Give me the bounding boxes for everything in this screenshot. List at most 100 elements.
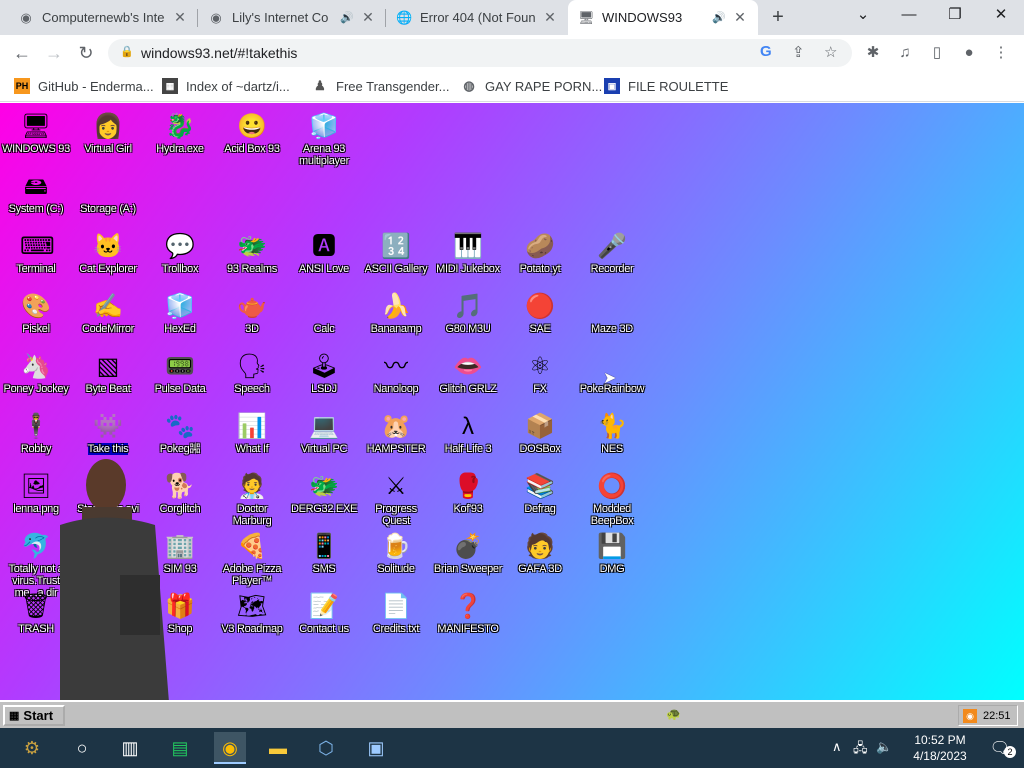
desktop-icon[interactable]: 📝 Contact us bbox=[288, 585, 360, 645]
desktop-icon[interactable]: 🐈 NES bbox=[576, 405, 648, 465]
desktop-icon[interactable]: 💾 DMG bbox=[576, 525, 648, 585]
lock-icon[interactable]: 🔒 bbox=[120, 45, 134, 58]
chrome-icon[interactable]: ◉ bbox=[214, 732, 246, 764]
desktop-icon[interactable]: 〰 Nanoloop bbox=[360, 345, 432, 405]
desktop-icon[interactable]: 🧊 HexEd bbox=[144, 285, 216, 345]
desktop-icon[interactable]: ⌨ Terminal bbox=[0, 225, 72, 285]
desktop-icon[interactable]: 💻 Virtual PC bbox=[288, 405, 360, 465]
task-view-icon[interactable]: ▥ bbox=[114, 732, 146, 764]
w93-tray[interactable]: ◉ 22:51 bbox=[958, 705, 1018, 726]
bookmark-item[interactable]: PH GitHub - Enderma... bbox=[14, 76, 154, 96]
restore-button[interactable]: ❐ bbox=[932, 0, 978, 30]
desktop-icon[interactable]: 🥊 Kof'93 bbox=[432, 465, 504, 525]
desktop-icon[interactable]: 🕹 LSDJ bbox=[288, 345, 360, 405]
desktop-icon[interactable]: 🍌 Bananamp bbox=[360, 285, 432, 345]
desktop-icon[interactable]: Maze 3D bbox=[576, 285, 648, 345]
desktop-icon[interactable]: 🥔 Potato.yt bbox=[504, 225, 576, 285]
desktop-icon[interactable]: 📊 What If bbox=[216, 405, 288, 465]
minimize-button[interactable]: — bbox=[886, 0, 932, 30]
desktop-icon[interactable]: 🎤 Recorder bbox=[576, 225, 648, 285]
desktop-icon[interactable]: 🐱 Cat Explorer bbox=[72, 225, 144, 285]
bookmark-item[interactable]: ♟ Free Transgender... bbox=[312, 76, 449, 96]
tab-computernewb[interactable]: ◉ Computernewb's Inte ✕ bbox=[8, 0, 198, 35]
desktop-icon[interactable]: ✍ CodeMirror bbox=[72, 285, 144, 345]
desktop-icon[interactable]: 🐲 DERG32.EXE bbox=[288, 465, 360, 525]
desktop-icon[interactable]: 🅰 ANSI Love bbox=[288, 225, 360, 285]
desktop-icon[interactable]: 🍺 Solitude bbox=[360, 525, 432, 585]
new-tab-button[interactable]: + bbox=[766, 5, 790, 29]
desktop-icon[interactable]: 🦄 Poney Jockey bbox=[0, 345, 72, 405]
tab-search-button[interactable]: ⌄ bbox=[840, 0, 886, 30]
desktop-icon[interactable]: ⚔ Progress Quest bbox=[360, 465, 432, 527]
google-icon[interactable]: G bbox=[760, 43, 772, 60]
volume-icon[interactable]: 🔈 bbox=[876, 739, 892, 755]
bookmark-star-icon[interactable]: ☆ bbox=[824, 43, 837, 61]
network-icon[interactable]: 🖧 bbox=[853, 739, 868, 761]
desktop-icon[interactable]: 🖥 WINDOWS 93 bbox=[0, 105, 72, 165]
desktop-icon[interactable]: 🖴 System (C:) bbox=[0, 165, 72, 225]
notification-icon[interactable]: 🗨 2 bbox=[990, 738, 1016, 758]
windows93-desktop[interactable]: 🖥 WINDOWS 93 👩 Virtual Girl 🐉 Hydra.exe 😀 Acid … bbox=[0, 103, 1024, 700]
close-icon[interactable]: ✕ bbox=[732, 9, 748, 26]
app-window-icon[interactable]: ▣ bbox=[360, 732, 392, 764]
desktop-icon[interactable]: 🧑 GAFA 3D bbox=[504, 525, 576, 585]
desktop-icon[interactable]: 🐉 Hydra.exe bbox=[144, 105, 216, 165]
speaker-icon[interactable]: 🔊 bbox=[712, 11, 726, 24]
desktop-icon[interactable]: 📄 Credits.txt bbox=[360, 585, 432, 645]
desktop-icon[interactable]: 💣 Brian Sweeper bbox=[432, 525, 504, 585]
desktop-icon[interactable]: 🎵 G80.M3U bbox=[432, 285, 504, 345]
rss-icon[interactable]: ◉ bbox=[963, 708, 977, 723]
close-icon[interactable]: ✕ bbox=[172, 9, 188, 26]
desktop-icon[interactable]: 🧑‍⚕ Doctor Marburg bbox=[216, 465, 288, 527]
desktop-icon[interactable]: 💬 Trollbox bbox=[144, 225, 216, 285]
menu-icon[interactable]: ⋮ bbox=[990, 42, 1012, 64]
profile-avatar-icon[interactable]: ● bbox=[958, 42, 980, 64]
desktop-icon[interactable]: 📟 Pulse Data bbox=[144, 345, 216, 405]
tray-sprite-icon[interactable]: 🐢 bbox=[666, 707, 681, 721]
forward-button[interactable]: → bbox=[41, 40, 67, 66]
desktop-icon[interactable]: 🧊 Arena 93 multiplayer bbox=[288, 105, 360, 167]
desktop-icon[interactable]: 🐲 93 Realms bbox=[216, 225, 288, 285]
desktop-icon[interactable]: 🎨 Piskel bbox=[0, 285, 72, 345]
app-icon[interactable]: ▤ bbox=[164, 732, 196, 764]
extensions-icon[interactable]: ✱ bbox=[862, 42, 884, 64]
desktop-icon[interactable]: 🗺 V3 Roadmap bbox=[216, 585, 288, 645]
tab-error-404[interactable]: 🌐 Error 404 (Not Foun ✕ bbox=[386, 0, 568, 35]
search-icon[interactable]: ○ bbox=[66, 732, 98, 764]
desktop-icon[interactable]: 🔢 ASCII Gallery bbox=[360, 225, 432, 285]
desktop-icon[interactable]: 📦 DOSBox bbox=[504, 405, 576, 465]
desktop-icon[interactable]: 👄 Glitch GRLZ bbox=[432, 345, 504, 405]
bookmark-item[interactable]: ◍ GAY RAPE PORN... bbox=[461, 76, 602, 96]
start-menu-icon[interactable]: ⚙ bbox=[16, 732, 48, 764]
desktop-icon[interactable]: 🍕 Adobe Pizza Player™ bbox=[216, 525, 288, 587]
desktop-icon[interactable]: ⚛ FX bbox=[504, 345, 576, 405]
reload-button[interactable]: ↻ bbox=[73, 40, 99, 66]
desktop-icon[interactable]: 👩 Virtual Girl bbox=[72, 105, 144, 165]
speaker-icon[interactable]: 🔊 bbox=[340, 11, 354, 24]
tab-windows93[interactable]: 🖥 WINDOWS93 🔊 ✕ bbox=[568, 0, 758, 35]
desktop-icon[interactable]: λ Half-Life 3 bbox=[432, 405, 504, 465]
side-panel-icon[interactable]: ▯ bbox=[926, 42, 948, 64]
desktop-icon[interactable]: 🫖 3D bbox=[216, 285, 288, 345]
media-control-icon[interactable]: ♫ bbox=[894, 42, 916, 64]
close-icon[interactable]: ✕ bbox=[542, 9, 558, 26]
desktop-icon[interactable]: Storage (A:) bbox=[72, 165, 144, 225]
system-clock[interactable]: 10:52 PM 4/18/2023 bbox=[902, 732, 978, 764]
desktop-icon[interactable]: ⭕ Modded BeepBox bbox=[576, 465, 648, 527]
file-explorer-icon[interactable]: ▬ bbox=[262, 732, 294, 764]
desktop-icon[interactable]: 🗣 Speech bbox=[216, 345, 288, 405]
tab-lilys-internet[interactable]: ◉ Lily's Internet Co 🔊 ✕ bbox=[198, 0, 386, 35]
back-button[interactable]: ← bbox=[9, 40, 35, 66]
share-icon[interactable]: ⇪ bbox=[792, 43, 805, 61]
desktop-icon[interactable]: 🐹 HAMPSTER bbox=[360, 405, 432, 465]
address-bar[interactable]: 🔒 windows93.net/#!takethis G ⇪ ☆ bbox=[108, 39, 852, 67]
desktop-icon[interactable]: 📚 Defrag bbox=[504, 465, 576, 525]
desktop-icon[interactable]: 🎹 MIDI Jukebox bbox=[432, 225, 504, 285]
close-window-button[interactable]: ✕ bbox=[978, 0, 1024, 30]
desktop-icon[interactable]: ▧ Byte Beat bbox=[72, 345, 144, 405]
virtualbox-icon[interactable]: ⬡ bbox=[310, 732, 342, 764]
close-icon[interactable]: ✕ bbox=[360, 9, 376, 26]
start-button[interactable]: ▦ Start bbox=[3, 705, 65, 726]
desktop-icon[interactable]: 📱 SMS bbox=[288, 525, 360, 585]
desktop-icon[interactable]: 🔴 SAE bbox=[504, 285, 576, 345]
